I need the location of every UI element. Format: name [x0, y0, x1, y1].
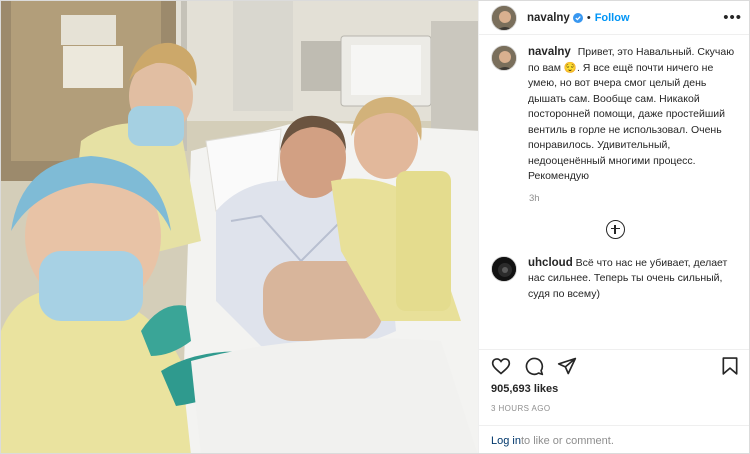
- commenter-username[interactable]: uhcloud: [528, 257, 573, 269]
- commenter-avatar[interactable]: [491, 255, 517, 282]
- post-header: navalny • Follow •••: [479, 1, 749, 35]
- caption-text: Привет, это Навальный. Скучаю по вам 😌. …: [528, 46, 735, 182]
- login-link[interactable]: Log in: [491, 435, 521, 447]
- post-actions: 905,693 likes 3 HOURS AGO Log in to like…: [479, 349, 749, 453]
- separator-dot: •: [586, 11, 591, 24]
- instagram-post-window: navalny • Follow ••• navalny Привет, это…: [0, 0, 750, 454]
- follow-button[interactable]: Follow: [595, 12, 630, 24]
- post-timestamp[interactable]: 3 HOURS AGO: [491, 404, 740, 413]
- author-username[interactable]: navalny: [527, 12, 570, 24]
- share-icon[interactable]: [557, 356, 577, 376]
- hospital-selfie-image: [1, 1, 478, 453]
- login-prompt-text: to like or comment.: [520, 434, 614, 447]
- caption-timestamp[interactable]: 3h: [529, 193, 740, 204]
- login-prompt: Log in to like or comment.: [479, 425, 749, 453]
- author-avatar[interactable]: [491, 4, 517, 31]
- heart-icon[interactable]: [491, 356, 511, 376]
- caption-username[interactable]: navalny: [528, 46, 571, 58]
- caption: navalny Привет, это Навальный. Скучаю по…: [491, 45, 740, 185]
- comment-item: uhcloud Всё что нас не убивает, делает н…: [491, 255, 740, 303]
- likes-count[interactable]: 905,693 likes: [491, 383, 740, 395]
- caption-avatar[interactable]: [491, 45, 517, 71]
- comment-icon[interactable]: [524, 356, 544, 376]
- post-photo[interactable]: [1, 1, 478, 453]
- more-horizontal-icon[interactable]: •••: [723, 10, 742, 25]
- load-more-comments[interactable]: [491, 219, 740, 239]
- post-side-panel: navalny • Follow ••• navalny Привет, это…: [478, 1, 749, 453]
- verified-badge-icon: [572, 12, 583, 23]
- bookmark-icon[interactable]: [720, 356, 740, 376]
- plus-circle-icon[interactable]: [606, 219, 625, 239]
- comments-area[interactable]: navalny Привет, это Навальный. Скучаю по…: [479, 35, 749, 349]
